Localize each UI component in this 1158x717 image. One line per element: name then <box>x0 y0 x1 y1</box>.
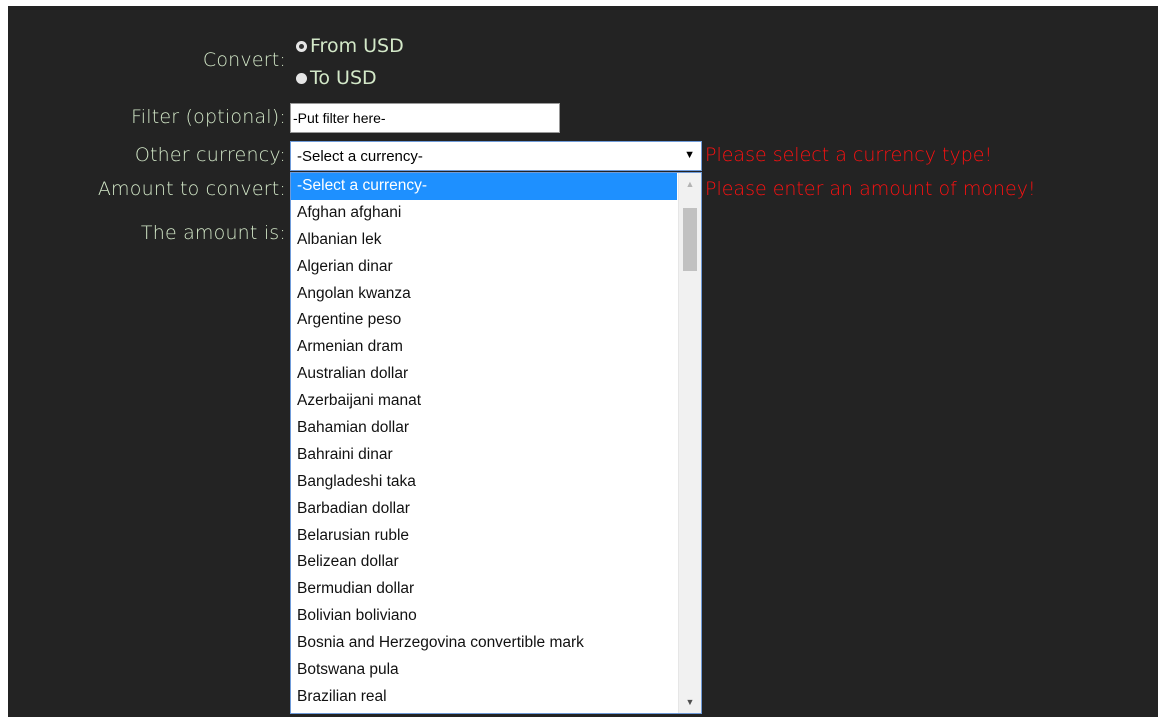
currency-option[interactable]: Belizean dollar <box>291 549 677 576</box>
radio-from-usd-label: From USD <box>310 35 404 57</box>
amount-error: Please enter an amount of money! <box>705 178 1036 200</box>
currency-dropdown-list[interactable]: -Select a currency- Afghan afghani Albania… <box>290 172 702 714</box>
currency-option[interactable]: Afghan afghani <box>291 200 677 227</box>
radio-to-usd-button[interactable] <box>296 72 307 84</box>
result-label: The amount is: <box>140 222 286 244</box>
radio-from-usd[interactable]: From USD <box>296 35 404 57</box>
scroll-up-arrow-icon[interactable]: ▲ <box>679 175 701 193</box>
currency-option[interactable]: Bosnia and Herzegovina convertible mark <box>291 630 677 657</box>
currency-option[interactable]: Bahamian dollar <box>291 415 677 442</box>
currency-options: -Select a currency- Afghan afghani Albania… <box>291 173 677 711</box>
radio-to-usd-label: To USD <box>310 67 377 89</box>
scrollbar-thumb[interactable] <box>683 208 697 271</box>
currency-option[interactable]: Brazilian real <box>291 684 677 711</box>
currency-option[interactable]: Bermudian dollar <box>291 576 677 603</box>
currency-option[interactable]: Botswana pula <box>291 657 677 684</box>
currency-option[interactable]: Australian dollar <box>291 361 677 388</box>
radio-from-usd-button[interactable] <box>296 40 307 52</box>
dropdown-scrollbar[interactable]: ▲ ▼ <box>678 173 701 713</box>
currency-option[interactable]: Barbadian dollar <box>291 496 677 523</box>
currency-option[interactable]: Albanian lek <box>291 227 677 254</box>
currency-option[interactable]: Bolivian boliviano <box>291 603 677 630</box>
convert-label: Convert: <box>202 49 286 71</box>
currency-select-value: -Select a currency- <box>297 147 423 165</box>
amount-label: Amount to convert: <box>97 178 286 200</box>
scroll-down-arrow-icon[interactable]: ▼ <box>679 693 701 711</box>
currency-option[interactable]: -Select a currency- <box>291 173 677 200</box>
currency-label: Other currency: <box>134 144 286 166</box>
currency-option[interactable]: Algerian dinar <box>291 254 677 281</box>
currency-option[interactable]: Belarusian ruble <box>291 523 677 550</box>
currency-option[interactable]: Angolan kwanza <box>291 281 677 308</box>
currency-select[interactable]: -Select a currency- ▼ <box>290 141 702 171</box>
radio-to-usd[interactable]: To USD <box>296 67 377 89</box>
currency-option[interactable]: Azerbaijani manat <box>291 388 677 415</box>
converter-panel: Convert: From USD To USD Filter (optiona… <box>8 6 1158 717</box>
currency-option[interactable]: Argentine peso <box>291 307 677 334</box>
currency-option[interactable]: Armenian dram <box>291 334 677 361</box>
filter-input[interactable] <box>290 103 560 133</box>
currency-option[interactable]: Bahraini dinar <box>291 442 677 469</box>
currency-error: Please select a currency type! <box>705 144 993 166</box>
currency-option[interactable]: Bangladeshi taka <box>291 469 677 496</box>
chevron-down-icon: ▼ <box>684 149 695 161</box>
filter-label: Filter (optional): <box>131 106 286 128</box>
